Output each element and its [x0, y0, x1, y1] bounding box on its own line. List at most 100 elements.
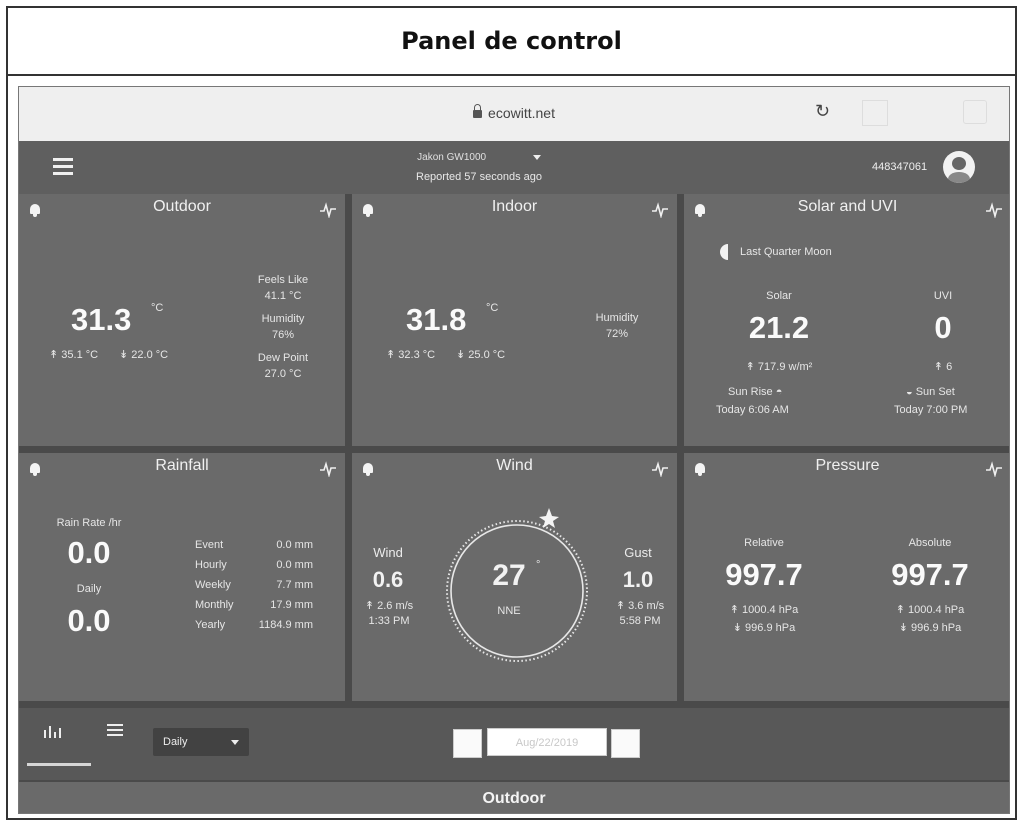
indoor-temp-high: ↟ 32.3 °C — [386, 349, 436, 361]
previous-date-button[interactable] — [453, 729, 482, 758]
period-select-value: Daily — [163, 736, 188, 748]
card-title: Solar and UVI — [797, 198, 898, 215]
rain-stat-value: 17.9 mm — [270, 599, 313, 611]
chevron-down-icon — [231, 740, 239, 745]
station-selector[interactable]: Jakon GW1000 — [399, 152, 559, 163]
figure-title: Panel de control — [401, 27, 622, 55]
rain-stats-values: 0.0 mm 0.0 mm 7.7 mm 17.9 mm 1184.9 mm — [241, 535, 313, 635]
rain-stats-labels: Event Hourly Weekly Monthly Yearly — [195, 535, 234, 635]
solar-max: ↟ 717.9 w/m² — [745, 361, 813, 373]
rain-rate-value: 0.0 — [67, 535, 111, 570]
card-title: Rainfall — [155, 457, 209, 474]
reported-status: Reported 57 seconds ago — [416, 171, 542, 183]
relative-pressure-min: ↡ 996.9 hPa — [732, 622, 796, 634]
feels-like-label: Feels Like — [257, 274, 309, 286]
lock-icon — [473, 104, 483, 118]
list-icon[interactable] — [107, 724, 123, 737]
wind-direction-arrow-icon — [539, 508, 559, 528]
url-display[interactable]: ecowitt.net — [19, 104, 1009, 121]
daily-rain-label: Daily — [76, 583, 102, 595]
wind-label: Wind — [373, 545, 403, 560]
next-date-button[interactable] — [611, 729, 640, 758]
absolute-pressure-label: Absolute — [908, 537, 952, 549]
rain-stat-value: 1184.9 mm — [258, 619, 313, 631]
wind-card: Wind Wind 0.6 ↟ 2.6 m/s 1:33 PM 27 ° NNE… — [352, 453, 677, 701]
humidity-label: Humidity — [261, 313, 305, 325]
pulse-chart-icon[interactable] — [985, 461, 1003, 477]
wind-max-time: 1:33 PM — [368, 615, 410, 627]
pressure-card: Pressure Relative 997.7 ↟ 1000.4 hPa ↡ 9… — [684, 453, 1009, 701]
gust-max: ↟ 3.6 m/s — [615, 600, 665, 612]
sunrise-icon: ◓ — [775, 386, 783, 398]
outdoor-temp-high: ↟ 35.1 °C — [49, 349, 99, 361]
moon-phase-icon — [720, 244, 728, 260]
section-label: Outdoor — [19, 780, 1009, 813]
gust-max-time: 5:58 PM — [619, 615, 661, 627]
card-title: Indoor — [491, 198, 538, 215]
wind-max: ↟ 2.6 m/s — [364, 600, 414, 612]
wind-direction-degree: ° — [536, 559, 541, 571]
solar-value: 21.2 — [748, 310, 810, 345]
rain-stat-label: Hourly — [195, 559, 227, 571]
outdoor-card: Outdoor 31.3 °C ↟ 35.1 °C ↡ 22.0 °C Feel… — [19, 194, 345, 446]
wind-speed: 0.6 — [372, 567, 404, 592]
pulse-chart-icon[interactable] — [985, 202, 1003, 218]
dew-point-label: Dew Point — [257, 352, 309, 364]
active-tab-indicator — [27, 763, 91, 766]
uvi-label: UVI — [933, 290, 953, 302]
tabs-icon[interactable] — [963, 100, 987, 124]
indoor-card: Indoor 31.8 °C ↟ 32.3 °C ↡ 25.0 °C Humid… — [352, 194, 677, 446]
daily-rain-value: 0.0 — [67, 603, 111, 638]
rain-rate-label: Rain Rate /hr — [56, 517, 122, 529]
app-header: Jakon GW1000 Reported 57 seconds ago 448… — [19, 141, 1009, 194]
card-title: Wind — [496, 457, 533, 474]
sunset-label: ◒ Sun Set — [906, 386, 955, 398]
date-input[interactable]: Aug/22/2019 — [487, 728, 607, 756]
pulse-chart-icon[interactable] — [651, 202, 669, 218]
menu-icon[interactable] — [53, 158, 73, 175]
pulse-chart-icon[interactable] — [319, 202, 337, 218]
absolute-pressure-value: 997.7 — [891, 557, 969, 592]
wind-direction-value: 27 — [492, 559, 526, 592]
rain-stat-label: Event — [195, 539, 224, 551]
bar-chart-icon[interactable] — [43, 724, 63, 738]
outdoor-temp-low: ↡ 22.0 °C — [119, 349, 169, 361]
indoor-temp-unit: °C — [486, 302, 499, 314]
reload-icon[interactable]: ↻ — [815, 101, 830, 122]
indoor-temperature: 31.8 — [406, 302, 467, 337]
sunrise-label: Sun Rise ◓ — [728, 386, 782, 398]
rain-stat-value: 0.0 mm — [276, 539, 313, 551]
relative-pressure-value: 997.7 — [725, 557, 803, 592]
share-icon[interactable] — [862, 100, 888, 126]
browser-address-bar: ecowitt.net ↻ — [19, 87, 1009, 141]
relative-pressure-label: Relative — [744, 537, 784, 549]
dashboard-grid: Outdoor 31.3 °C ↟ 35.1 °C ↡ 22.0 °C Feel… — [19, 194, 1009, 708]
pulse-chart-icon[interactable] — [651, 461, 669, 477]
rainfall-card: Rainfall Rain Rate /hr 0.0 Daily 0.0 Eve… — [19, 453, 345, 701]
rain-stat-value: 7.7 mm — [276, 579, 313, 591]
gust-speed: 1.0 — [622, 567, 654, 592]
solar-uvi-card: Solar and UVI Last Quarter Moon Solar 21… — [684, 194, 1009, 446]
chevron-down-icon — [532, 154, 541, 160]
feels-like-value: 41.1 °C — [264, 290, 302, 302]
uvi-value: 0 — [934, 310, 952, 345]
gust-label: Gust — [624, 545, 652, 560]
sunset-label-text: Sun Set — [915, 386, 955, 398]
outdoor-temp-unit: °C — [151, 302, 164, 314]
sunset-time: Today 7:00 PM — [894, 404, 968, 416]
sunrise-label-text: Sun Rise — [728, 386, 773, 398]
absolute-pressure-max: ↟ 1000.4 hPa — [895, 604, 965, 616]
period-select[interactable]: Daily — [153, 728, 249, 756]
figure-frame: Panel de control ecowitt.net ↻ Jakon GW1… — [6, 6, 1017, 820]
figure-title-bar: Panel de control — [8, 8, 1015, 76]
avatar[interactable] — [943, 151, 975, 183]
relative-pressure-max: ↟ 1000.4 hPa — [729, 604, 799, 616]
station-name: Jakon GW1000 — [417, 152, 487, 163]
sunrise-time: Today 6:06 AM — [716, 404, 789, 416]
uvi-max: ↟ 6 — [933, 361, 953, 373]
solar-label: Solar — [766, 290, 792, 302]
card-title: Pressure — [815, 457, 880, 474]
moon-phase-text: Last Quarter Moon — [740, 246, 832, 258]
pulse-chart-icon[interactable] — [319, 461, 337, 477]
browser-screenshot: ecowitt.net ↻ Jakon GW1000 Reported 57 s… — [18, 86, 1010, 814]
